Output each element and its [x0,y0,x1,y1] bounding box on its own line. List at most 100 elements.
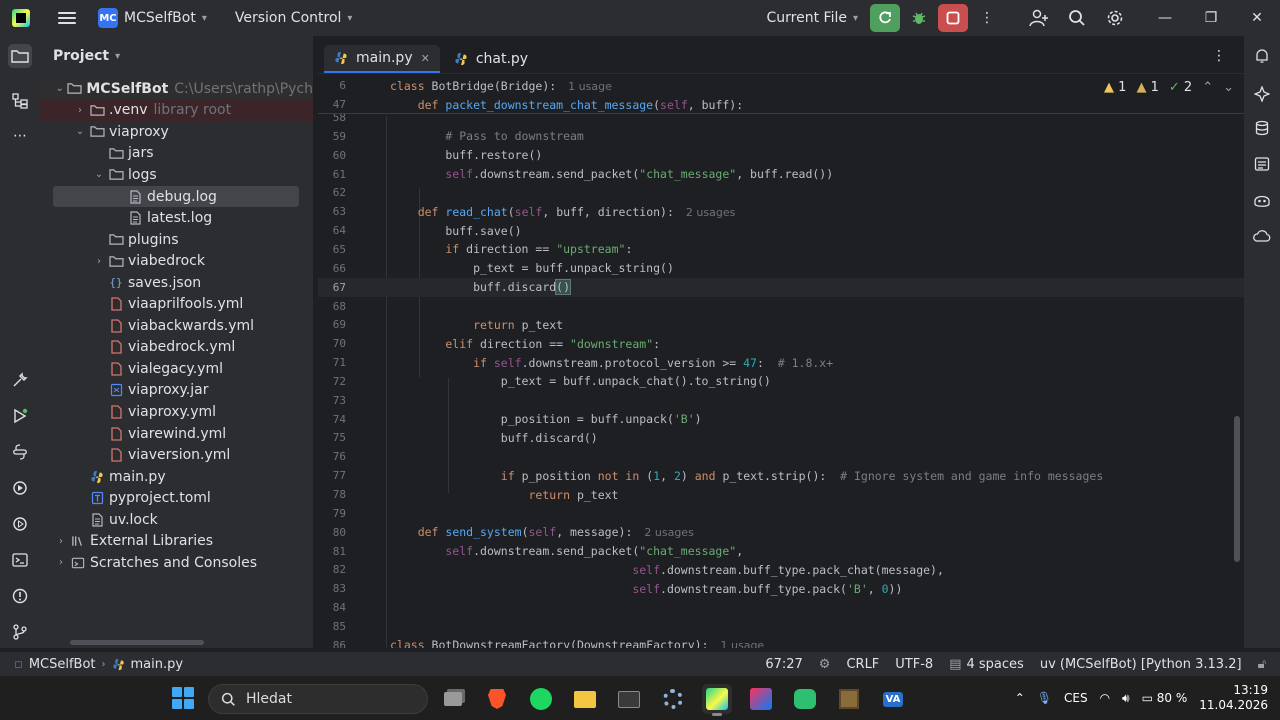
breadcrumb-project[interactable]: MCSelfBot [29,657,96,672]
line-number[interactable]: 66 [318,262,346,275]
line-number[interactable]: 60 [318,149,346,162]
line-number[interactable]: 75 [318,431,346,444]
code-area[interactable]: 6 class BotBridge(Bridge): 1 usage 47 def p… [318,76,1244,648]
tree-item[interactable]: ⌄ viaproxy [40,121,313,143]
tree-item[interactable]: viaaprilfools.yml [40,294,313,316]
line-number[interactable]: 76 [318,450,346,463]
tree-item[interactable]: main.py [40,466,313,488]
run-configuration-selector[interactable]: Current File ▾ [767,10,859,26]
rerun-button[interactable] [870,4,900,32]
code-line[interactable]: 72 p_text = buff.unpack_chat().to_string… [318,372,1244,391]
tree-item[interactable]: viabackwards.yml [40,315,313,337]
chevron-down-icon[interactable]: ⌄ [73,126,87,137]
code-line[interactable]: 75 buff.discard() [318,428,1244,447]
pycharm-app[interactable] [702,684,732,716]
debug-button[interactable] [904,4,934,32]
code-line[interactable]: 47 def packet_downstream_chat_message(se… [318,95,1244,114]
inspection-widget[interactable]: ▲ 1 ▲ 1 ✓ 2 ⌃ ⌄ [1104,80,1234,95]
code-line[interactable]: 67 buff.discard() [318,277,1244,297]
search-everywhere-button[interactable] [1062,4,1092,32]
remote-host-tool-button[interactable] [1250,224,1274,248]
caret-position[interactable]: 67:27 [765,657,802,672]
code-line[interactable]: 86 class BotDownstreamFactory(DownstreamF… [318,636,1244,648]
line-number[interactable]: 82 [318,563,346,576]
vertical-scrollbar[interactable] [1234,416,1240,562]
minecraft-app[interactable] [834,684,864,714]
line-number[interactable]: 70 [318,337,346,350]
code-with-me-button[interactable] [1024,4,1054,32]
line-number[interactable]: 62 [318,186,346,199]
tree-item[interactable]: plugins [40,229,313,251]
code-line[interactable]: 69 return p_text [318,315,1244,334]
tree-item[interactable]: debug.log [53,185,299,208]
code-line[interactable]: 83 self.downstream.buff_type.pack('B', 0… [318,579,1244,598]
code-line[interactable]: 79 [318,504,1244,523]
chevron-right-icon[interactable]: › [54,557,68,568]
code-line[interactable]: 82 self.downstream.buff_type.pack_chat(m… [318,560,1244,579]
line-number[interactable]: 47 [318,98,346,111]
microphone-icon[interactable]: 🎙︎ [1037,691,1052,705]
code-line[interactable]: 59 # Pass to downstream [318,127,1244,146]
input-language[interactable]: CES [1064,691,1088,705]
code-line[interactable]: 80 def send_system(self, message): 2 usag… [318,523,1244,542]
file-explorer-app[interactable] [570,684,600,714]
minimize-button[interactable]: — [1142,0,1188,36]
tree-item[interactable]: ⌄ MCSelfBot C:\Users\rathp\Pych [40,78,313,100]
tabs-menu-button[interactable]: ⋮ [1212,48,1226,64]
terminal-app[interactable] [614,684,644,714]
terminal-tool-button[interactable] [8,548,32,572]
tree-item[interactable]: latest.log [40,207,313,229]
task-view-app[interactable] [438,684,468,714]
next-highlight-icon[interactable]: ⌄ [1223,80,1234,95]
code-line[interactable]: 76 [318,447,1244,466]
line-number[interactable]: 65 [318,243,346,256]
project-widget[interactable]: MC MCSelfBot ▾ [92,4,213,32]
run-tool-button[interactable] [8,404,32,428]
code-line[interactable]: 78 return p_text [318,485,1244,504]
usage-hint[interactable]: 1 usage [568,80,612,93]
line-number[interactable]: 61 [318,168,346,181]
intellij-app[interactable] [746,684,776,714]
battery-widget[interactable]: ▭ 80 % [1142,691,1188,705]
line-number[interactable]: 81 [318,545,346,558]
line-number[interactable]: 64 [318,224,346,237]
code-line[interactable]: 77 if p_position not in (1, 2) and p_tex… [318,466,1244,485]
copilot-tool-button[interactable] [1250,188,1274,212]
line-number[interactable]: 86 [318,639,346,648]
python-console-tool-button[interactable] [8,440,32,464]
chat-app[interactable] [790,684,820,714]
chevron-right-icon[interactable]: › [92,256,106,267]
start-button[interactable] [172,687,194,709]
database-tool-button[interactable] [1250,116,1274,140]
tree-item[interactable]: viaversion.yml [40,444,313,466]
chevron-down-icon[interactable]: ⌄ [54,83,65,94]
line-number[interactable]: 78 [318,488,346,501]
warning-count[interactable]: ▲ 1 [1104,80,1126,95]
stop-button[interactable] [938,4,968,32]
tree-item[interactable]: ⌄ logs [40,164,313,186]
line-number[interactable]: 71 [318,356,346,369]
code-line[interactable]: 70 elif direction == "downstream": [318,334,1244,353]
code-line[interactable]: 63 def read_chat(self, buff, direction):… [318,202,1244,221]
git-tool-button[interactable] [8,620,32,644]
spotify-app[interactable] [526,684,556,714]
code-line[interactable]: 84 [318,598,1244,617]
typo-count[interactable]: ✓ 2 [1169,80,1192,95]
line-number[interactable]: 84 [318,601,346,614]
python-packages-tool-button[interactable] [8,368,32,392]
tree-item[interactable]: jars [40,143,313,165]
sciview-tool-button[interactable] [1250,152,1274,176]
problems-tool-button[interactable] [8,584,32,608]
line-number[interactable]: 67 [318,281,346,294]
chevron-right-icon[interactable]: › [54,536,68,547]
tree-item[interactable]: pyproject.toml [40,487,313,509]
clock[interactable]: 13:19 11.04.2026 [1199,683,1268,713]
code-line[interactable]: 64 buff.save() [318,221,1244,240]
main-menu-icon[interactable] [58,0,76,36]
tree-item[interactable]: {} saves.json [40,272,313,294]
line-number[interactable]: 59 [318,130,346,143]
tree-item[interactable]: › External Libraries [40,531,313,553]
debug-tool-button[interactable] [8,512,32,536]
usage-hint[interactable]: 1 usage [721,639,765,648]
line-number[interactable]: 68 [318,300,346,313]
